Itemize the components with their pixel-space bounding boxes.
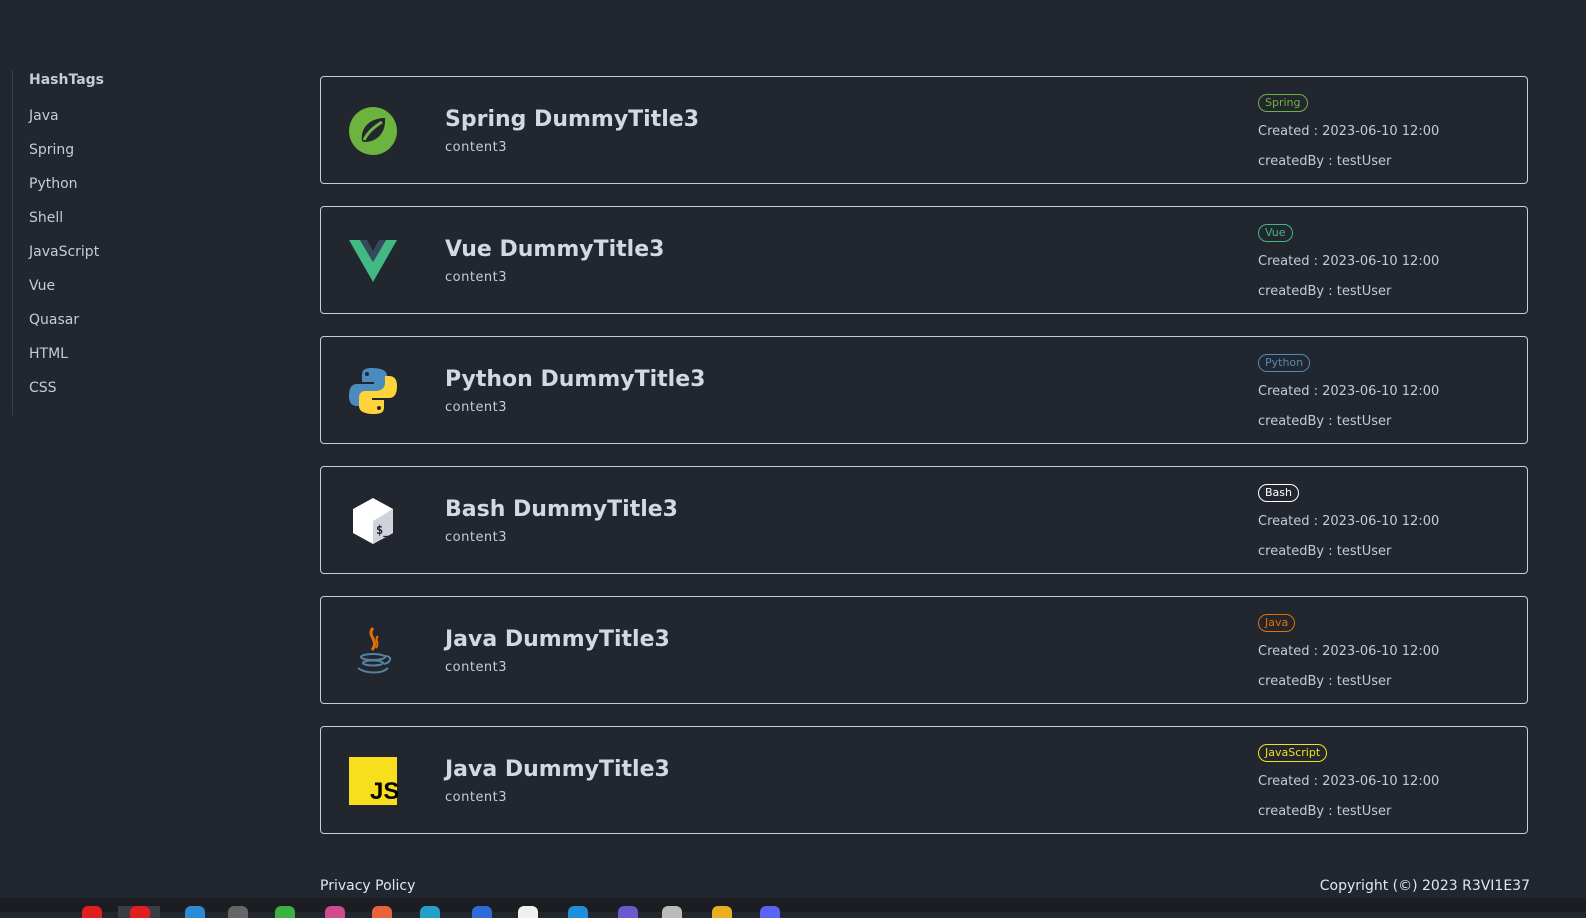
post-title[interactable]: Python DummyTitle3 xyxy=(445,367,705,392)
created-date: Created : 2023-06-10 12:00 xyxy=(1258,124,1440,139)
python-logo-icon xyxy=(349,368,397,414)
post-title[interactable]: Spring DummyTitle3 xyxy=(445,107,699,132)
taskbar-app-icon[interactable] xyxy=(420,906,440,918)
created-date: Created : 2023-06-10 12:00 xyxy=(1258,254,1440,269)
vue-logo-icon xyxy=(349,240,397,282)
created-date: Created : 2023-06-10 12:00 xyxy=(1258,514,1440,529)
taskbar-app-icon[interactable] xyxy=(228,906,248,918)
sidebar-item-quasar[interactable]: Quasar xyxy=(29,312,79,328)
tag-badge[interactable]: Spring xyxy=(1258,94,1308,112)
sidebar-item-spring[interactable]: Spring xyxy=(29,142,74,158)
created-by: createdBy : testUser xyxy=(1258,154,1392,169)
sidebar-item-java[interactable]: Java xyxy=(29,108,59,124)
created-by: createdBy : testUser xyxy=(1258,414,1392,429)
tag-badge[interactable]: Bash xyxy=(1258,484,1299,502)
post-content: content3 xyxy=(445,530,508,545)
taskbar-app-icon[interactable] xyxy=(82,906,102,918)
os-taskbar xyxy=(0,898,1586,918)
bash-logo-icon: $_ xyxy=(353,498,393,544)
created-date: Created : 2023-06-10 12:00 xyxy=(1258,774,1440,789)
hashtag-sidebar: HashTags Java Spring Python Shell JavaSc… xyxy=(12,70,243,415)
created-by: createdBy : testUser xyxy=(1258,804,1392,819)
taskbar-app-icon[interactable] xyxy=(472,906,492,918)
post-card[interactable]: $_ Bash DummyTitle3 content3 Bash Create… xyxy=(320,466,1528,574)
privacy-policy-link[interactable]: Privacy Policy xyxy=(320,878,415,894)
javascript-logo-icon: JS xyxy=(349,757,398,805)
sidebar-heading: HashTags xyxy=(29,72,105,88)
bash-logo-text: $_ xyxy=(376,523,391,538)
sidebar-item-shell[interactable]: Shell xyxy=(29,210,63,226)
post-title[interactable]: Java DummyTitle3 xyxy=(445,627,670,652)
post-card[interactable]: Java DummyTitle3 content3 Java Created :… xyxy=(320,596,1528,704)
tag-badge[interactable]: Vue xyxy=(1258,224,1293,242)
post-content: content3 xyxy=(445,270,508,285)
post-title[interactable]: Bash DummyTitle3 xyxy=(445,497,678,522)
post-content: content3 xyxy=(445,790,508,805)
taskbar-app-icon[interactable] xyxy=(185,906,205,918)
post-card[interactable]: JS Java DummyTitle3 content3 JavaScript … xyxy=(320,726,1528,834)
created-date: Created : 2023-06-10 12:00 xyxy=(1258,644,1440,659)
created-by: createdBy : testUser xyxy=(1258,674,1392,689)
copyright-text: Copyright (©) 2023 R3VI1E37 xyxy=(1319,878,1530,894)
taskbar-app-icon[interactable] xyxy=(275,906,295,918)
sidebar-item-python[interactable]: Python xyxy=(29,176,78,192)
taskbar-app-icon[interactable] xyxy=(568,906,588,918)
sidebar-item-vue[interactable]: Vue xyxy=(29,278,55,294)
taskbar-app-icon[interactable] xyxy=(712,906,732,918)
post-title[interactable]: Java DummyTitle3 xyxy=(445,757,670,782)
spring-logo-icon xyxy=(349,107,397,155)
post-title[interactable]: Vue DummyTitle3 xyxy=(445,237,664,262)
taskbar-app-icon[interactable] xyxy=(662,906,682,918)
post-content: content3 xyxy=(445,140,508,155)
created-by: createdBy : testUser xyxy=(1258,544,1392,559)
tag-badge[interactable]: Java xyxy=(1258,614,1296,632)
taskbar-app-icon[interactable] xyxy=(325,906,345,918)
taskbar-app-icon[interactable] xyxy=(518,906,538,918)
taskbar-app-icon[interactable] xyxy=(372,906,392,918)
taskbar-app-icon[interactable] xyxy=(130,906,150,918)
tag-badge[interactable]: Python xyxy=(1258,354,1311,372)
tag-badge[interactable]: JavaScript xyxy=(1258,744,1328,762)
post-content: content3 xyxy=(445,400,508,415)
post-content: content3 xyxy=(445,660,508,675)
java-logo-icon xyxy=(357,627,392,674)
js-logo-text: JS xyxy=(370,778,398,805)
post-card[interactable]: Vue DummyTitle3 content3 Vue Created : 2… xyxy=(320,206,1528,314)
created-date: Created : 2023-06-10 12:00 xyxy=(1258,384,1440,399)
taskbar-app-icon[interactable] xyxy=(618,906,638,918)
created-by: createdBy : testUser xyxy=(1258,284,1392,299)
sidebar-item-html[interactable]: HTML xyxy=(29,346,68,362)
post-card[interactable]: Spring DummyTitle3 content3 Spring Creat… xyxy=(320,76,1528,184)
post-card[interactable]: Python DummyTitle3 content3 Python Creat… xyxy=(320,336,1528,444)
sidebar-item-javascript[interactable]: JavaScript xyxy=(29,244,99,260)
sidebar-item-css[interactable]: CSS xyxy=(29,380,57,396)
taskbar-app-icon[interactable] xyxy=(760,906,780,918)
